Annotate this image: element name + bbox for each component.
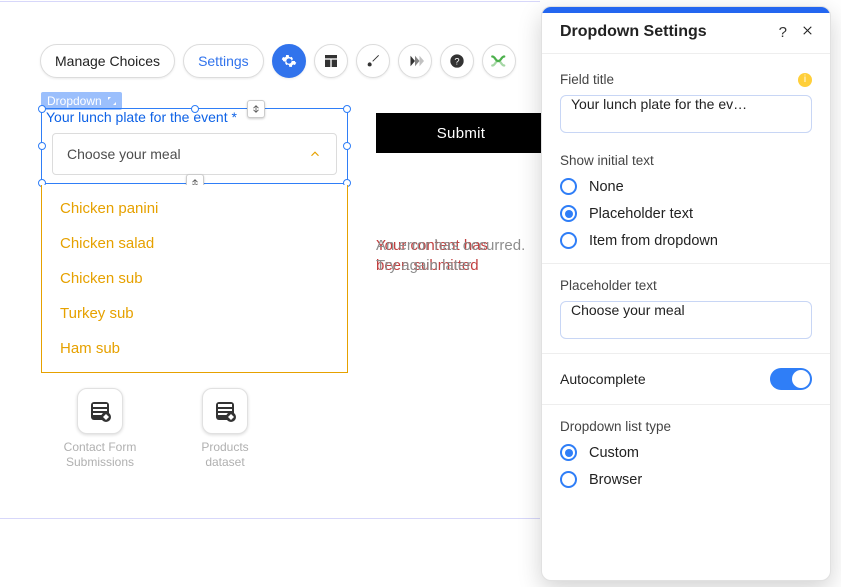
padding-handle-top[interactable] — [247, 100, 265, 118]
dropdown-option[interactable]: Chicken panini — [42, 191, 347, 226]
animation-button[interactable] — [398, 44, 432, 78]
design-gear-button[interactable] — [272, 44, 306, 78]
dropdown-list: Chicken panini Chicken salad Chicken sub… — [41, 185, 348, 373]
close-icon — [801, 24, 814, 37]
gear-icon — [281, 53, 297, 69]
dropdown-settings-panel: Dropdown Settings ? Field title i Your l… — [541, 6, 831, 581]
selected-element-type: Dropdown — [47, 94, 102, 108]
overlay-message: An error has occurred. Try again later — [376, 236, 525, 277]
manage-choices-button[interactable]: Manage Choices — [40, 44, 175, 78]
svg-text:?: ? — [454, 56, 459, 66]
dropdown-option[interactable]: Ham sub — [42, 331, 347, 366]
dropdown-option[interactable]: Chicken salad — [42, 226, 347, 261]
autocomplete-label: Autocomplete — [560, 371, 646, 387]
submit-button[interactable]: Submit — [376, 113, 546, 153]
dataset-products[interactable]: Productsdataset — [170, 388, 280, 470]
dropdown-placeholder: Choose your meal — [67, 146, 181, 162]
dev-mode-button[interactable] — [482, 44, 516, 78]
radio-list-browser[interactable]: Browser — [560, 471, 812, 488]
resize-handle[interactable] — [38, 142, 46, 150]
dev-icon — [490, 54, 508, 68]
panel-title: Dropdown Settings — [560, 23, 707, 41]
help-icon: ? — [449, 53, 465, 69]
dropdown-list-type-label: Dropdown list type — [560, 419, 671, 434]
dropdown-option[interactable]: Chicken sub — [42, 261, 347, 296]
brush-button[interactable] — [356, 44, 390, 78]
radio-icon — [560, 178, 577, 195]
resize-handle[interactable] — [38, 105, 46, 113]
radio-none[interactable]: None — [560, 178, 812, 195]
animation-icon — [406, 54, 424, 68]
help-button[interactable]: ? — [440, 44, 474, 78]
field-title-input[interactable]: Your lunch plate for the ev… — [560, 95, 812, 133]
radio-icon — [560, 471, 577, 488]
resize-handle[interactable] — [343, 105, 351, 113]
dataset-contact-form[interactable]: Contact FormSubmissions — [45, 388, 155, 470]
radio-placeholder-text[interactable]: Placeholder text — [560, 205, 812, 222]
dropdown-trigger[interactable]: Choose your meal — [52, 133, 337, 175]
placeholder-text-input[interactable]: Choose your meal — [560, 301, 812, 339]
field-title-label: Field title — [560, 72, 614, 87]
chevron-up-icon — [308, 147, 322, 161]
dataset-icon — [88, 399, 112, 423]
radio-icon — [560, 444, 577, 461]
radio-icon — [560, 232, 577, 249]
info-icon[interactable]: i — [798, 73, 812, 87]
radio-item-from-dropdown[interactable]: Item from dropdown — [560, 232, 812, 249]
settings-button[interactable]: Settings — [183, 44, 264, 78]
expand-icon — [106, 95, 118, 107]
element-toolbar: Manage Choices Settings ? — [40, 44, 516, 78]
show-initial-text-label: Show initial text — [560, 153, 654, 168]
radio-icon — [560, 205, 577, 222]
status-messages: An error has occurred. Try again later Y… — [376, 236, 546, 277]
dropdown-option[interactable]: Turkey sub — [42, 296, 347, 331]
radio-list-custom[interactable]: Custom — [560, 444, 812, 461]
resize-handle[interactable] — [343, 142, 351, 150]
dataset-icon — [213, 399, 237, 423]
autocomplete-toggle[interactable] — [770, 368, 812, 390]
panel-close-button[interactable] — [801, 24, 814, 41]
check-icon — [795, 373, 807, 385]
layout-button[interactable] — [314, 44, 348, 78]
brush-icon — [365, 53, 381, 69]
resize-handle[interactable] — [191, 105, 199, 113]
panel-help-button[interactable]: ? — [779, 24, 787, 41]
placeholder-text-label: Placeholder text — [560, 278, 657, 293]
dropdown-field[interactable]: Your lunch plate for the event * Choose … — [41, 108, 348, 184]
layout-icon — [323, 53, 339, 69]
